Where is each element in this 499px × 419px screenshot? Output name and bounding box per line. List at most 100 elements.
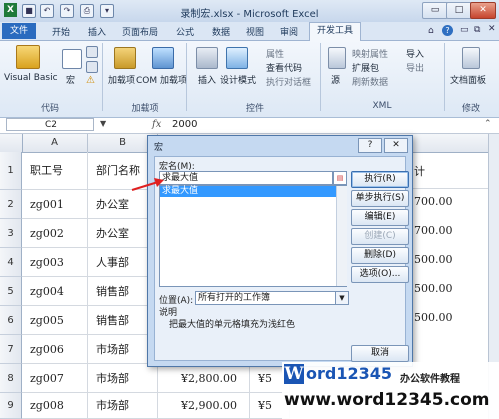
relative-refs-icon[interactable] <box>86 61 98 73</box>
step-into-button[interactable]: 单步执行(S) <box>351 190 409 207</box>
tab-review[interactable]: 审阅 <box>280 25 298 38</box>
xml-source-button[interactable]: 源 <box>331 73 340 86</box>
divider <box>102 43 103 111</box>
group-label-xml: XML <box>372 101 392 111</box>
row-header[interactable]: 9 <box>0 393 22 419</box>
row-header[interactable]: 3 <box>0 219 22 248</box>
name-box[interactable]: C2 <box>6 118 94 131</box>
tab-view[interactable]: 视图 <box>246 25 264 38</box>
cell-employee-id[interactable]: zg007 <box>22 364 88 393</box>
select-all-corner[interactable] <box>0 134 23 152</box>
view-code-button[interactable]: 查看代码 <box>266 61 302 74</box>
cell-department[interactable]: 市场部 <box>88 393 158 419</box>
description-text: 把最大值的单元格填充为浅红色 <box>169 320 296 330</box>
close-button[interactable]: ✕ <box>470 2 496 19</box>
run-dialog-button[interactable]: 执行对话框 <box>266 75 311 88</box>
tab-formulas[interactable]: 公式 <box>176 25 194 38</box>
design-mode-button[interactable]: 设计模式 <box>220 73 256 86</box>
tab-developer[interactable]: 开发工具 <box>309 22 361 41</box>
tab-file[interactable]: 文件 <box>2 23 36 39</box>
macro-security-icon[interactable]: ⚠ <box>86 75 95 86</box>
create-button[interactable]: 创建(C) <box>351 228 409 245</box>
row-header[interactable]: 4 <box>0 248 22 277</box>
total-value: 700.00 <box>414 224 453 237</box>
macro-list[interactable]: 求最大值 <box>159 185 347 287</box>
tab-insert[interactable]: 插入 <box>88 25 106 38</box>
row-header[interactable]: 2 <box>0 190 22 219</box>
row-header[interactable]: 5 <box>0 277 22 306</box>
com-addins-icon <box>152 47 174 69</box>
maximize-button[interactable]: □ <box>446 2 472 19</box>
location-select[interactable]: 所有打开的工作簿 <box>195 291 337 305</box>
design-mode-icon <box>226 47 248 69</box>
map-properties-button[interactable]: 映射属性 <box>352 47 388 60</box>
document-panel-icon <box>462 47 480 69</box>
addins-button[interactable]: 加载项 <box>108 73 135 86</box>
name-box-dropdown-icon[interactable]: ▼ <box>100 119 106 128</box>
dialog-body: 宏名(M): 求最大值 ▤ 求最大值 执行(R) 单步执行(S) 编辑(E) 创… <box>154 156 409 362</box>
minimize-button[interactable]: ▭ <box>422 2 448 19</box>
cell-employee-id[interactable]: zg003 <box>22 248 88 277</box>
run-button[interactable]: 执行(R) <box>351 171 409 188</box>
tab-page-layout[interactable]: 页面布局 <box>122 25 158 38</box>
fx-icon[interactable]: fx <box>152 119 161 130</box>
total-value: 500.00 <box>414 282 453 295</box>
cell-salary[interactable]: ¥2,900.00 <box>158 393 250 419</box>
cell-employee-id[interactable]: zg008 <box>22 393 88 419</box>
document-panel-button[interactable]: 文档面板 <box>450 73 486 86</box>
expand-formula-icon[interactable]: ⌃ <box>484 119 492 129</box>
cell-employee-id[interactable]: zg006 <box>22 335 88 364</box>
row-header[interactable]: 6 <box>0 306 22 335</box>
column-header-a[interactable]: A <box>22 134 88 152</box>
insert-control-icon <box>196 47 218 69</box>
watermark-url: www.word12345.com <box>284 390 490 410</box>
macros-icon <box>62 49 82 69</box>
properties-button[interactable]: 属性 <box>266 47 284 60</box>
cell-salary[interactable]: ¥2,800.00 <box>158 364 250 393</box>
cell-department[interactable]: 市场部 <box>88 364 158 393</box>
cell-employee-id[interactable]: zg002 <box>22 219 88 248</box>
dialog-close-button[interactable]: ✕ <box>384 138 408 153</box>
title-bar: X ■ ↶ ↷ ⎙ ▾ 录制宏.xlsx - Microsoft Excel ▭… <box>0 0 499 23</box>
tab-data[interactable]: 数据 <box>212 25 230 38</box>
options-button[interactable]: 选项(O)... <box>351 266 409 283</box>
visual-basic-button[interactable]: Visual Basic <box>4 73 58 83</box>
cell-employee-id[interactable]: 职工号 <box>22 152 88 190</box>
export-button[interactable]: 导出 <box>406 61 424 74</box>
import-button[interactable]: 导入 <box>406 47 424 60</box>
minimize-ribbon-icon[interactable]: ⌂ <box>428 26 434 36</box>
watermark-brand: ord12345 <box>306 364 392 383</box>
location-dropdown-icon[interactable]: ▼ <box>335 291 349 305</box>
formula-input[interactable]: 2000 <box>172 119 197 130</box>
row-header[interactable]: 7 <box>0 335 22 364</box>
workbook-restore-icon[interactable]: ⧉ <box>474 25 480 35</box>
com-addins-button[interactable]: COM 加载项 <box>136 73 187 86</box>
expansion-packs-button[interactable]: 扩展包 <box>352 61 379 74</box>
total-value: 500.00 <box>414 253 453 266</box>
cell-employee-id[interactable]: zg001 <box>22 190 88 219</box>
macro-list-item[interactable]: 求最大值 <box>160 186 336 197</box>
divider <box>320 43 321 111</box>
dialog-help-button[interactable]: ? <box>358 138 382 153</box>
insert-control-button[interactable]: 插入 <box>198 73 216 86</box>
tab-home[interactable]: 开始 <box>52 25 70 38</box>
macro-list-scrollbar[interactable] <box>336 186 347 286</box>
cell-employee-id[interactable]: zg004 <box>22 277 88 306</box>
macro-name-picker-icon[interactable]: ▤ <box>333 171 347 185</box>
delete-button[interactable]: 删除(D) <box>351 247 409 264</box>
help-icon[interactable]: ? <box>442 25 453 36</box>
row-header[interactable]: 1 <box>0 152 22 190</box>
row-header[interactable]: 8 <box>0 364 22 393</box>
record-macro-icon[interactable] <box>86 46 98 58</box>
macro-name-input[interactable]: 求最大值 <box>159 171 333 185</box>
watermark-cn: 办公软件教程 <box>400 374 460 385</box>
refresh-data-button[interactable]: 刷新数据 <box>352 75 388 88</box>
divider <box>444 43 445 111</box>
cancel-button[interactable]: 取消 <box>351 345 409 362</box>
edit-button[interactable]: 编辑(E) <box>351 209 409 226</box>
macros-button[interactable]: 宏 <box>66 73 75 86</box>
workbook-minimize-icon[interactable]: ▭ <box>460 25 469 35</box>
cell-employee-id[interactable]: zg005 <box>22 306 88 335</box>
total-value: 500.00 <box>414 311 453 324</box>
workbook-close-icon[interactable]: ✕ <box>488 24 496 34</box>
